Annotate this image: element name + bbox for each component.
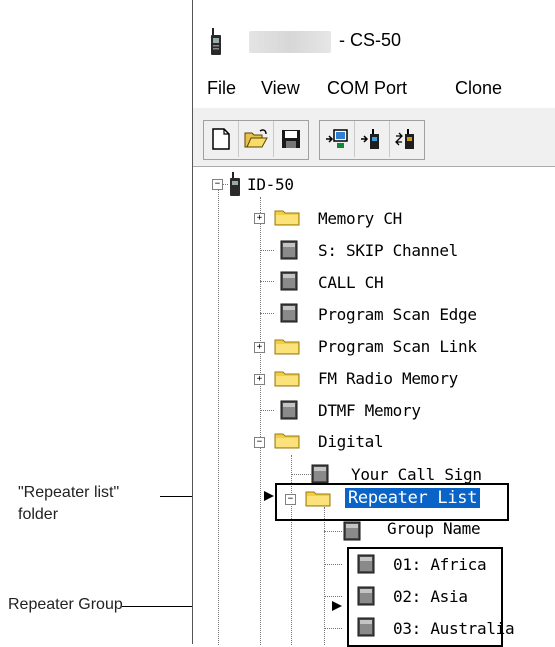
arrowhead-repeater-group <box>332 601 342 611</box>
callout-arrowheads <box>264 491 342 611</box>
arrowhead-repeater-list <box>264 491 274 501</box>
